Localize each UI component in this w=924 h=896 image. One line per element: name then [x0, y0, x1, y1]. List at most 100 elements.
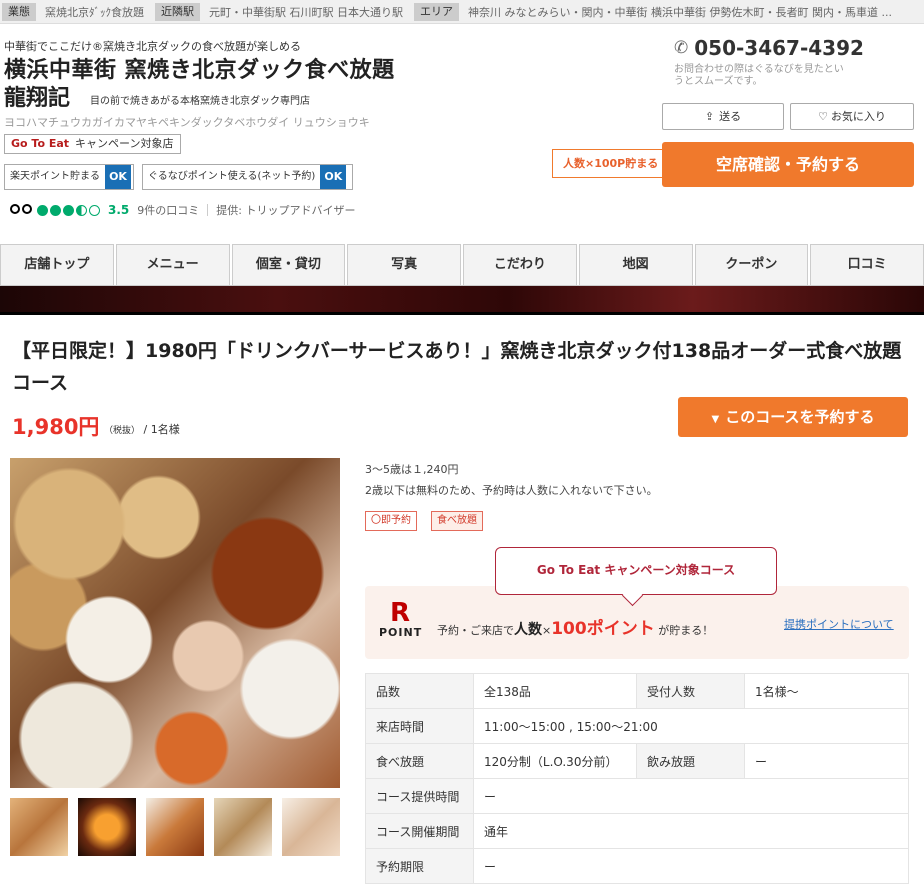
tab-coupon[interactable]: クーポン	[694, 244, 809, 285]
rating-divider	[207, 204, 209, 216]
rating-circle-icon	[63, 204, 74, 216]
tab-map[interactable]: 地図	[578, 244, 693, 285]
table-header-cell: 来店時間	[365, 708, 474, 744]
rpoint-points: 100ポイント	[551, 619, 655, 639]
table-header-cell: 飲み放題	[636, 743, 745, 779]
table-row: 品数 全138品 受付人数 1名様～	[365, 673, 909, 709]
shop-nav-tabs: 店舗トップ メニュー 個室・貸切 写真 こだわり 地図 クーポン 口コミ	[0, 244, 924, 286]
gnavi-point-badge: ぐるなびポイント使える(ネット予約) OK	[142, 164, 353, 190]
table-header-cell: コース提供時間	[365, 778, 474, 814]
share-icon: ⇪	[704, 110, 715, 123]
rakuten-point-badge: 楽天ポイント貯まる OK	[4, 164, 134, 190]
course-reserve-button[interactable]: ▼ このコースを予約する	[678, 397, 908, 437]
table-header-cell: 食べ放題	[365, 743, 474, 779]
thumbnail[interactable]	[78, 798, 136, 856]
genre-value[interactable]: 窯焼北京ﾀﾞｯｸ食放題	[36, 4, 153, 20]
tripadvisor-rating[interactable]: 3.5 9件の口コミ 提供: トリップアドバイザー	[10, 202, 355, 218]
course-reserve-label: このコースを予約する	[725, 408, 875, 426]
table-row: コース提供時間 ー	[365, 778, 909, 814]
child-price-note: 3～5歳は１,240円	[365, 463, 459, 476]
thumbnail[interactable]	[146, 798, 204, 856]
gotoeat-course-callout: Go To Eat キャンペーン対象コース	[495, 547, 777, 595]
phone-note: お問合わせの際はぐるなびを見たというとスムーズです。	[674, 64, 844, 87]
course-main-photo[interactable]	[10, 458, 340, 788]
rating-score: 3.5	[108, 203, 130, 217]
station-label: 近隣駅	[155, 2, 200, 21]
tab-features[interactable]: こだわり	[463, 244, 577, 285]
area-value[interactable]: 神奈川 みなとみらい・関内・中華街 横浜中華街 伊勢佐木町・長者町 関内・馬車道…	[459, 4, 901, 20]
course-price-note: （税抜） / 1名様	[104, 421, 180, 437]
partner-points-link[interactable]: 提携ポイントについて	[784, 616, 894, 632]
favorite-label: お気に入り	[830, 110, 886, 123]
rating-circle-icon	[50, 204, 61, 216]
course-title: 【平日限定！】1980円「ドリンクバーサービスあり！」窯焼き北京ダック付138品…	[12, 340, 902, 394]
table-cell: 120分制（L.O.30分前）	[473, 743, 637, 779]
table-row: 予約期限 ー	[365, 848, 909, 884]
instant-reserve-tag: 〇即予約	[365, 511, 417, 531]
rpoint-bold: 人数	[514, 622, 542, 638]
shop-name-line2: 龍翔記	[4, 86, 71, 111]
station-value[interactable]: 元町・中華街駅 石川町駅 日本大通り駅	[200, 4, 412, 20]
phone[interactable]: ✆ 050-3467-4392	[674, 36, 864, 60]
table-row: コース開催期間 通年	[365, 813, 909, 849]
gnavi-point-ok: OK	[320, 165, 347, 189]
all-you-can-eat-tag: 食べ放題	[431, 511, 483, 531]
rating-empty-circle-icon	[89, 204, 100, 216]
rpoint-pre: 予約・ご来店で	[437, 624, 514, 637]
table-cell: 1名様～	[744, 673, 909, 709]
rating-count[interactable]: 9件の口コミ	[137, 202, 199, 218]
shop-subcatch: 目の前で焼きあがる本格窯焼き北京ダック専門店	[90, 96, 310, 107]
genre-label: 業態	[2, 2, 36, 21]
shop-header: 中華街でここだけ®窯焼き北京ダックの食べ放題が楽しめる 横浜中華街 窯焼き北京ダ…	[0, 24, 924, 244]
send-button[interactable]: ⇪ 送る	[662, 103, 784, 130]
course-price: 1,980円	[12, 415, 100, 439]
thumbnail[interactable]	[10, 798, 68, 856]
tripadvisor-owl-icon	[10, 204, 32, 216]
rating-circle-icon	[37, 204, 48, 216]
table-header-cell: コース開催期間	[365, 813, 474, 849]
rating-provider: 提供: トリップアドバイザー	[216, 204, 356, 217]
rakuten-point-label: 楽天ポイント貯まる	[10, 171, 100, 182]
rakuten-r-icon: R	[389, 598, 411, 628]
top-info-bar: 業態 窯焼北京ﾀﾞｯｸ食放題 近隣駅 元町・中華街駅 石川町駅 日本大通り駅 エ…	[0, 0, 924, 24]
table-cell: 通年	[473, 813, 909, 849]
tab-photos[interactable]: 写真	[347, 244, 461, 285]
phone-number[interactable]: 050-3467-4392	[694, 36, 864, 60]
point-tag-label: 人数×100P貯まる	[563, 157, 659, 170]
arrow-down-icon: ▼	[711, 414, 720, 425]
heart-icon: ♡	[818, 110, 828, 123]
price-per: / 1名様	[143, 423, 180, 436]
table-cell: ー	[744, 743, 909, 779]
thumbnail[interactable]	[282, 798, 340, 856]
gotoeat-badge-bold: Go To Eat	[11, 137, 70, 150]
rakuten-point-logo-text: POINT	[379, 626, 423, 639]
reserve-area: 人数×100P貯まる? 空席確認・予約する	[552, 142, 914, 187]
phone-icon: ✆	[674, 38, 689, 58]
thumbnail[interactable]	[214, 798, 272, 856]
rakuten-point-text: 予約・ご来店で人数×100ポイント が貯まる！	[437, 614, 713, 639]
favorite-button[interactable]: ♡ お気に入り	[790, 103, 914, 130]
tab-top[interactable]: 店舗トップ	[0, 244, 114, 285]
course-info-table: 品数 全138品 受付人数 1名様～ 来店時間 11:00～15:00 , 15…	[365, 673, 909, 884]
gnavi-point-label: ぐるなびポイント使える(ネット予約)	[148, 171, 316, 182]
rakuten-point-ok: OK	[105, 165, 131, 189]
rpoint-x: ×	[542, 624, 552, 637]
gotoeat-badge-text: キャンペーン対象店	[75, 137, 174, 150]
photo-thumbnails	[10, 798, 340, 856]
table-header-cell: 予約期限	[365, 848, 474, 884]
price-tax: （税抜）	[104, 426, 141, 436]
tab-reviews[interactable]: 口コミ	[810, 244, 924, 285]
send-label: 送る	[719, 110, 742, 123]
table-cell: 11:00～15:00 , 15:00～21:00	[473, 708, 909, 744]
table-row: 来店時間 11:00～15:00 , 15:00～21:00	[365, 708, 909, 744]
rakuten-point-logo: R POINT	[379, 600, 421, 639]
reserve-button[interactable]: 空席確認・予約する	[662, 142, 914, 187]
tab-private-room[interactable]: 個室・貸切	[231, 244, 346, 285]
table-header-cell: 受付人数	[636, 673, 745, 709]
shop-kana: ヨコハマチュウカガイカマヤキペキンダックタベホウダイ リュウショウキ	[4, 116, 370, 129]
gotoeat-badge: Go To Eat キャンペーン対象店	[4, 134, 181, 154]
tab-menu[interactable]: メニュー	[115, 244, 230, 285]
course-detail: 【平日限定！】1980円「ドリンクバーサービスあり！」窯焼き北京ダック付138品…	[0, 315, 924, 896]
area-label: エリア	[414, 2, 459, 21]
table-cell: 全138品	[473, 673, 637, 709]
